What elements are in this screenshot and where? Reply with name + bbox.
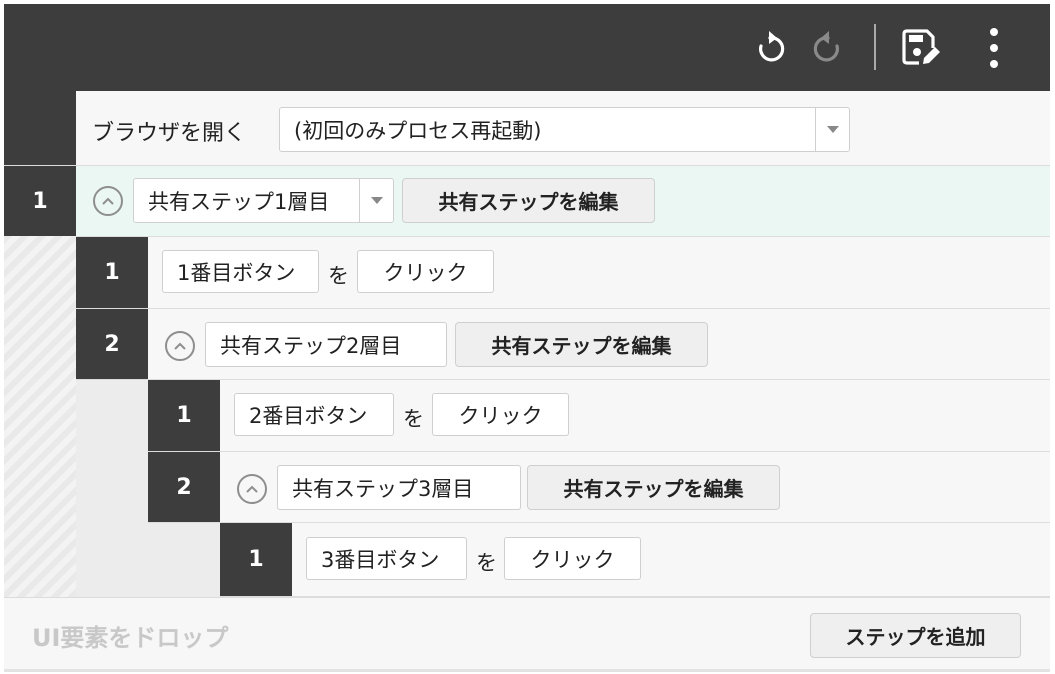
add-step-button[interactable]: ステップを追加 xyxy=(810,613,1021,658)
shared-step-value: 共有ステップ1層目 xyxy=(148,189,330,214)
chevron-down-icon[interactable] xyxy=(815,108,849,151)
nested-gutter xyxy=(4,236,76,597)
target-element[interactable]: 1番目ボタン xyxy=(162,250,319,293)
step-row-1: 1 共有ステップ1層目 共有ステップを編集 xyxy=(4,166,1050,237)
save-edit-icon[interactable] xyxy=(899,26,943,70)
particle-text: を xyxy=(328,264,349,288)
step-number: 1 xyxy=(4,166,76,236)
step-number: 1 xyxy=(148,380,220,451)
step-row-1-2-1: 1 2番目ボタン を クリック xyxy=(148,380,1050,452)
particle-text: を xyxy=(403,407,424,431)
edit-shared-step-button[interactable]: 共有ステップを編集 xyxy=(455,322,708,367)
step-row-1-2-2: 2 共有ステップ3層目 共有ステップを編集 xyxy=(148,452,1050,523)
target-element[interactable]: 3番目ボタン xyxy=(306,537,467,580)
step-row-1-1: 1 1番目ボタン を クリック xyxy=(76,237,1050,309)
action-select[interactable]: クリック xyxy=(357,250,494,293)
edit-shared-step-button[interactable]: 共有ステップを編集 xyxy=(402,178,655,223)
target-element[interactable]: 2番目ボタン xyxy=(234,393,394,436)
collapse-icon[interactable] xyxy=(237,474,267,504)
browser-option-value: (初回のみプロセス再起動) xyxy=(294,118,542,143)
action-select[interactable]: クリック xyxy=(504,537,641,580)
shared-step-select[interactable]: 共有ステップ1層目 xyxy=(133,178,394,223)
shared-step-field[interactable]: 共有ステップ3層目 xyxy=(277,465,521,510)
step-row-1-2: 2 共有ステップ2層目 共有ステップを編集 xyxy=(76,309,1050,380)
toolbar xyxy=(4,4,1050,91)
step-number-blank xyxy=(4,91,76,165)
step-editor: ブラウザを開く (初回のみプロセス再起動) 1 共有ステップ1層目 共有ステップ… xyxy=(4,4,1050,672)
nested-gutter-level3 xyxy=(148,523,220,597)
footer-divider xyxy=(4,669,1050,672)
drop-zone-hint[interactable]: UI要素をドロップ xyxy=(32,618,228,653)
toolbar-divider xyxy=(874,24,876,70)
nested-gutter-level2 xyxy=(76,380,148,597)
chevron-down-icon[interactable] xyxy=(359,179,393,222)
step-number: 2 xyxy=(76,309,148,379)
browser-step-row: ブラウザを開く (初回のみプロセス再起動) xyxy=(4,91,1050,166)
step-row-1-2-2-1: 1 3番目ボタン を クリック xyxy=(220,523,1050,597)
step-number: 1 xyxy=(76,237,148,308)
particle-text: を xyxy=(476,551,497,575)
footer-bar: UI要素をドロップ ステップを追加 xyxy=(4,597,1050,672)
step-number: 2 xyxy=(148,452,220,522)
step-number: 1 xyxy=(220,523,292,596)
shared-step-field[interactable]: 共有ステップ2層目 xyxy=(205,322,447,367)
action-select[interactable]: クリック xyxy=(432,393,569,436)
collapse-icon[interactable] xyxy=(165,331,195,361)
browser-option-select[interactable]: (初回のみプロセス再起動) xyxy=(279,107,850,152)
browser-step-label: ブラウザを開く xyxy=(92,121,247,146)
edit-shared-step-button[interactable]: 共有ステップを編集 xyxy=(527,465,780,510)
collapse-icon[interactable] xyxy=(93,186,123,216)
undo-icon[interactable] xyxy=(750,26,790,70)
redo-icon[interactable] xyxy=(808,26,848,70)
more-vertical-icon[interactable] xyxy=(976,26,1012,70)
